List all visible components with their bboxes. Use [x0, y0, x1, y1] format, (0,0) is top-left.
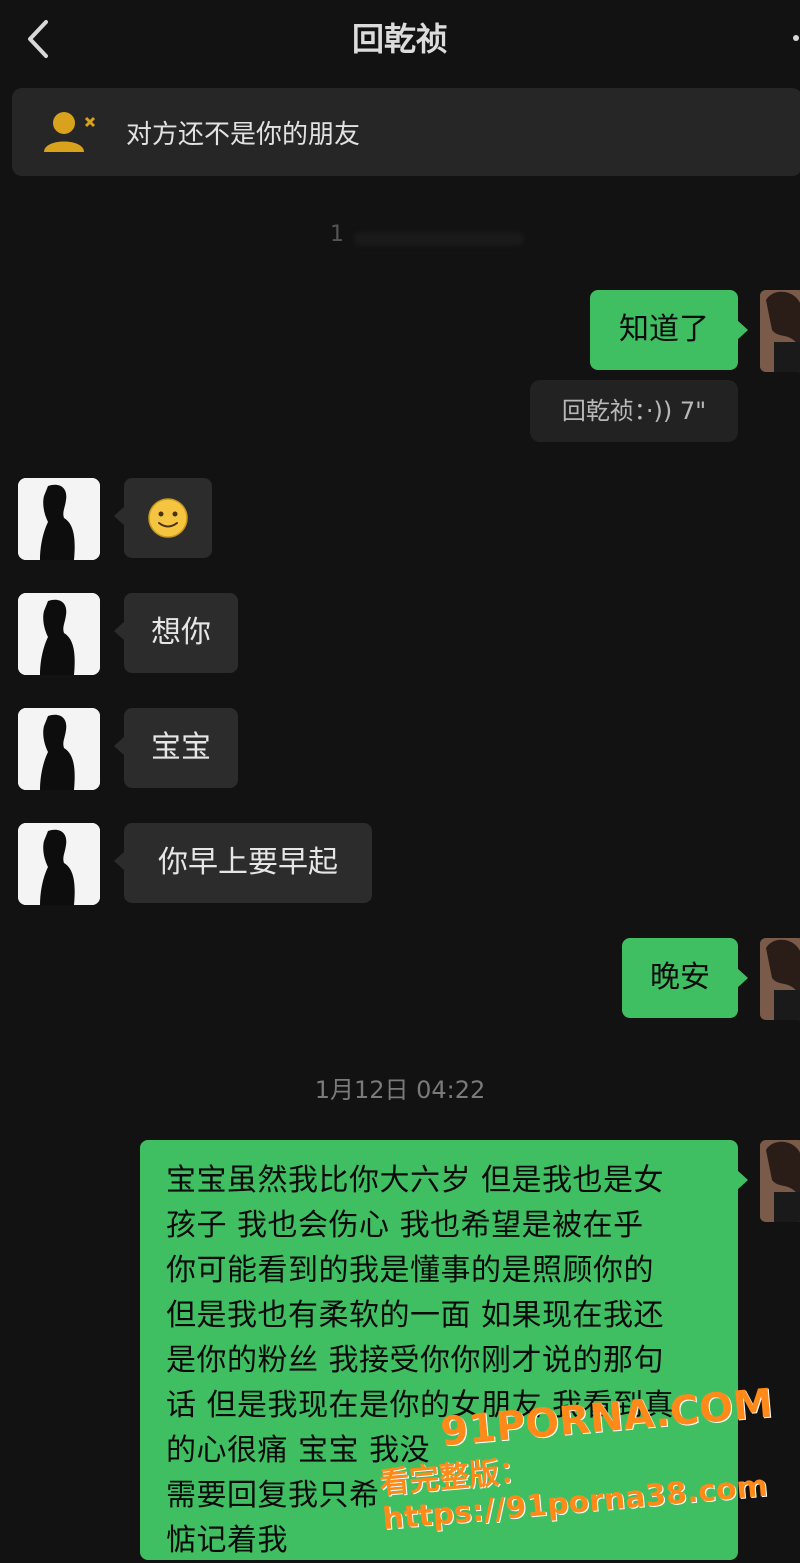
silhouette-avatar: [18, 823, 100, 905]
message-line: 孩子 我也会伤心 我也希望是被在乎: [166, 1208, 644, 1243]
blur-smudge: [354, 232, 524, 246]
message-incoming[interactable]: 宝宝: [114, 708, 238, 788]
my-avatar[interactable]: [760, 938, 800, 1020]
message-incoming[interactable]: 你早上要早起: [114, 823, 372, 903]
avatar-photo: [760, 290, 800, 372]
message-outgoing[interactable]: 知道了: [590, 290, 748, 370]
message-outgoing[interactable]: 晚安: [622, 938, 748, 1018]
chat-header: 回乾祯: [0, 0, 800, 78]
avatar-photo: [760, 938, 800, 1020]
message-line: 你可能看到的我是懂事的是照顾你的: [166, 1253, 654, 1288]
contact-avatar[interactable]: [18, 823, 100, 905]
more-icon[interactable]: [792, 34, 800, 42]
timestamp-blurred: 1: [330, 222, 530, 252]
silhouette-avatar: [18, 478, 100, 560]
message-line: 是你的粉丝 我接受你你刚才说的那句: [166, 1343, 665, 1378]
user-not-friend-icon: [44, 112, 96, 152]
message-incoming[interactable]: 想你: [114, 593, 238, 673]
smile-emoji-icon: [148, 498, 188, 538]
contact-avatar[interactable]: [18, 593, 100, 675]
voice-quote-tag[interactable]: 回乾祯：·)) 7": [530, 380, 738, 442]
silhouette-avatar: [18, 593, 100, 675]
message-line: 但是我也有柔软的一面 如果现在我还: [166, 1298, 665, 1333]
timestamp: 1月12日 04:22: [314, 1076, 486, 1104]
contact-avatar[interactable]: [18, 708, 100, 790]
banner-text: 对方还不是你的朋友: [126, 120, 361, 150]
my-avatar[interactable]: [760, 290, 800, 372]
avatar-photo: [760, 1140, 800, 1222]
message-line: 宝宝虽然我比你大六岁 但是我也是女: [166, 1163, 665, 1198]
chat-title: 回乾祯: [351, 20, 448, 58]
contact-avatar[interactable]: [18, 478, 100, 560]
my-avatar[interactable]: [760, 1140, 800, 1222]
not-friend-banner[interactable]: 对方还不是你的朋友: [12, 88, 800, 176]
silhouette-avatar: [18, 708, 100, 790]
message-incoming[interactable]: [114, 478, 212, 558]
